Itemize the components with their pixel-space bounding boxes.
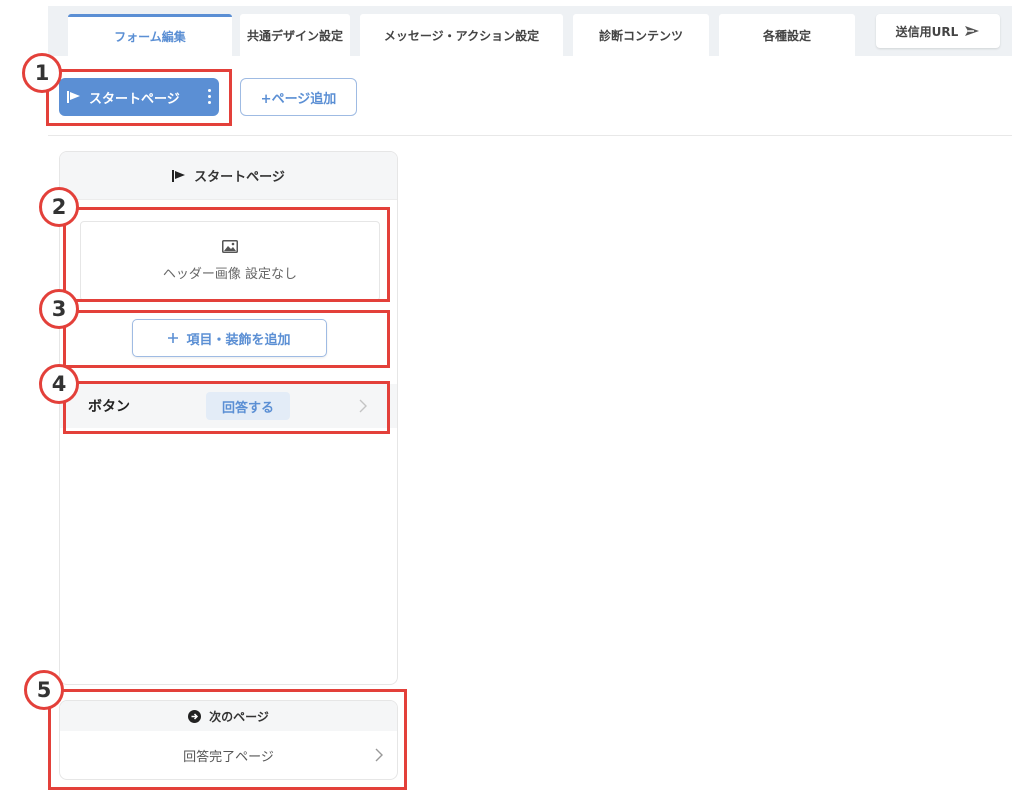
- annotation-badge-4: 4: [39, 364, 79, 404]
- annotation-badge-2: 2: [39, 187, 79, 227]
- panel-title: スタートページ: [194, 170, 285, 185]
- panel-header: スタートページ: [60, 152, 397, 200]
- annotation-box-3: [63, 310, 390, 368]
- tab-settings[interactable]: 各種設定: [719, 14, 855, 56]
- add-page-button[interactable]: +ページ追加: [240, 78, 357, 116]
- annotation-box-1: [46, 69, 232, 126]
- annotation-box-5: [48, 689, 407, 790]
- tab-common-design[interactable]: 共通デザイン設定: [240, 14, 350, 56]
- annotation-badge-3: 3: [39, 289, 79, 329]
- tab-form-edit[interactable]: フォーム編集: [68, 14, 232, 56]
- send-url-label: 送信用URL: [895, 24, 959, 39]
- annotation-box-2: [63, 207, 390, 302]
- annotation-badge-1: 1: [22, 53, 62, 93]
- tab-message-action[interactable]: メッセージ・アクション設定: [360, 14, 563, 56]
- annotation-badge-5: 5: [24, 670, 64, 710]
- divider: [48, 135, 1012, 136]
- send-url-button[interactable]: 送信用URL: [876, 14, 1000, 48]
- paper-plane-icon: [965, 26, 980, 36]
- tab-bar: フォーム編集 共通デザイン設定 メッセージ・アクション設定 診断コンテンツ 各種…: [48, 6, 1012, 56]
- flag-icon: [172, 169, 186, 182]
- tab-diagnosis-content[interactable]: 診断コンテンツ: [573, 14, 709, 56]
- annotation-box-4: [63, 381, 390, 434]
